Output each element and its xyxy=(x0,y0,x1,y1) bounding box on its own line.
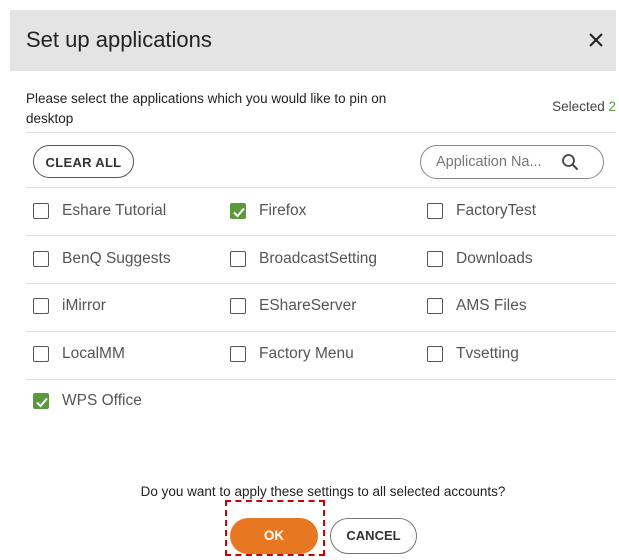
app-label: Tvsetting xyxy=(456,345,519,362)
checkbox-unchecked[interactable] xyxy=(427,298,443,314)
selected-label: Selected xyxy=(552,99,605,114)
checkbox-unchecked[interactable] xyxy=(33,346,49,362)
search-box[interactable] xyxy=(420,145,604,179)
app-label: AMS Files xyxy=(456,297,527,314)
selected-count: 2 xyxy=(608,99,616,114)
divider xyxy=(26,283,616,284)
divider xyxy=(26,379,616,380)
app-label: iMirror xyxy=(62,297,106,314)
app-item[interactable]: Tvsetting xyxy=(427,343,519,365)
divider xyxy=(26,187,616,188)
checkbox-unchecked[interactable] xyxy=(427,346,443,362)
clear-all-button[interactable]: CLEAR ALL xyxy=(33,145,134,178)
checkbox-unchecked[interactable] xyxy=(427,203,443,219)
checkmark-icon xyxy=(36,397,48,408)
checkbox-checked[interactable] xyxy=(33,393,49,409)
checkbox-unchecked[interactable] xyxy=(33,251,49,267)
app-label: EShareServer xyxy=(259,297,357,314)
app-item[interactable]: WPS Office xyxy=(33,390,142,412)
checkbox-unchecked[interactable] xyxy=(33,203,49,219)
cancel-button[interactable]: CANCEL xyxy=(330,518,417,554)
app-label: Eshare Tutorial xyxy=(62,202,167,219)
app-item[interactable]: Eshare Tutorial xyxy=(33,200,166,222)
app-item[interactable]: Firefox xyxy=(230,200,306,222)
app-item[interactable]: LocalMM xyxy=(33,343,125,365)
app-item[interactable]: Factory Menu xyxy=(230,343,354,365)
app-label: FactoryTest xyxy=(456,202,537,219)
app-label: WPS Office xyxy=(62,392,142,409)
divider xyxy=(26,235,616,236)
divider xyxy=(26,331,616,332)
close-button[interactable] xyxy=(584,28,608,52)
checkbox-unchecked[interactable] xyxy=(230,298,246,314)
dialog-title: Set up applications xyxy=(26,27,212,52)
app-item[interactable]: iMirror xyxy=(33,295,106,317)
app-item[interactable]: FactoryTest xyxy=(427,200,536,222)
divider xyxy=(26,132,616,133)
app-label: Downloads xyxy=(456,250,533,267)
checkbox-unchecked[interactable] xyxy=(427,251,443,267)
app-label: Firefox xyxy=(259,202,307,219)
app-label: BenQ Suggests xyxy=(62,250,171,267)
app-item[interactable]: BenQ Suggests xyxy=(33,248,171,270)
checkbox-unchecked[interactable] xyxy=(230,251,246,267)
app-item[interactable]: AMS Files xyxy=(427,295,527,317)
checkbox-checked[interactable] xyxy=(230,203,246,219)
close-icon[interactable] xyxy=(584,28,608,52)
apply-question: Do you want to apply these settings to a… xyxy=(140,484,506,499)
app-item[interactable]: EShareServer xyxy=(230,295,356,317)
dialog-description: Please select the applications which you… xyxy=(26,91,387,126)
ok-button[interactable]: OK xyxy=(230,518,318,554)
dialog-header: Set up applications xyxy=(10,10,616,71)
search-input[interactable] xyxy=(436,153,556,171)
app-label: Factory Menu xyxy=(259,345,354,362)
app-label: BroadcastSetting xyxy=(259,250,378,267)
checkbox-unchecked[interactable] xyxy=(230,346,246,362)
app-item[interactable]: BroadcastSetting xyxy=(230,248,377,270)
selected-counter: Selected 2 xyxy=(552,99,616,114)
checkmark-icon xyxy=(233,207,245,218)
setup-applications-dialog: Set up applications Please select the ap… xyxy=(10,10,616,560)
app-item[interactable]: Downloads xyxy=(427,248,533,270)
checkbox-unchecked[interactable] xyxy=(33,298,49,314)
search-icon[interactable] xyxy=(561,153,579,171)
app-label: LocalMM xyxy=(62,345,125,362)
